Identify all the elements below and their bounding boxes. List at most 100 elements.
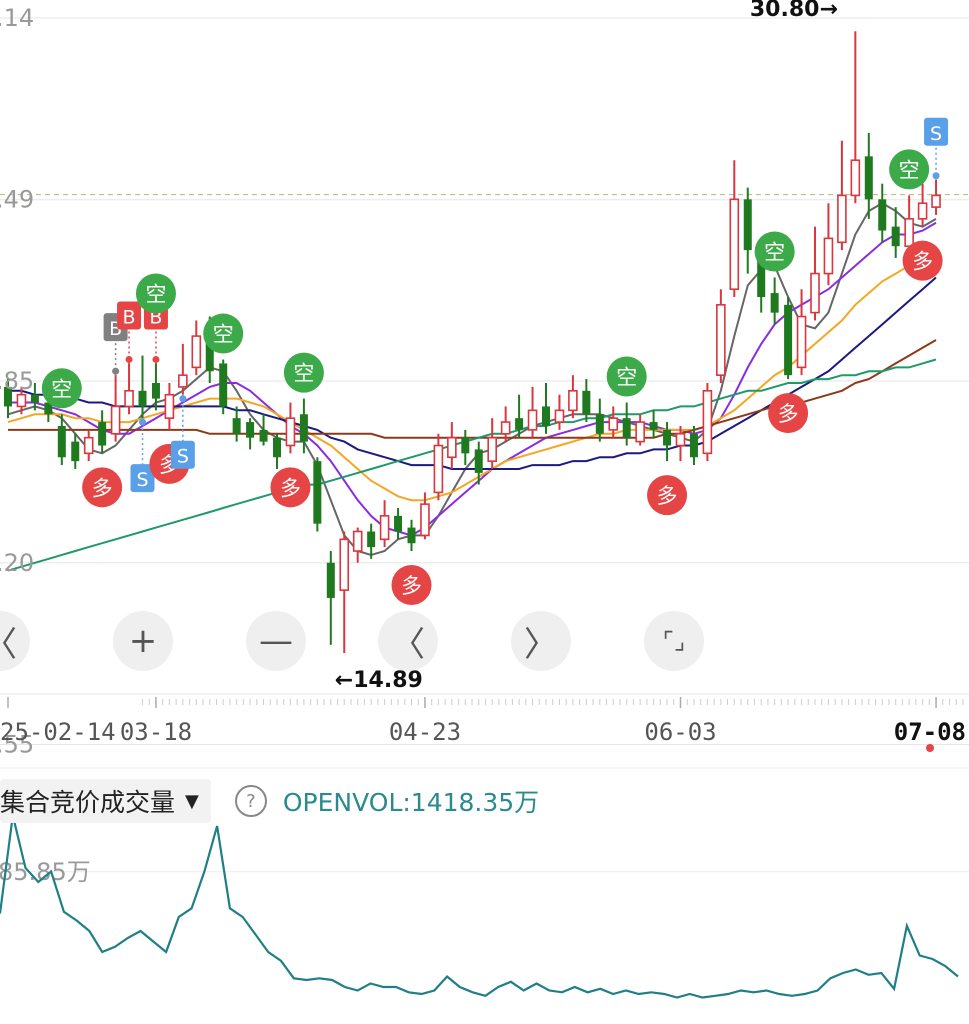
candle-body xyxy=(16,393,27,408)
candle-body xyxy=(500,421,511,435)
candle-body xyxy=(917,202,928,220)
candle-body xyxy=(447,436,457,459)
indicator-axis-label: 85.85万 xyxy=(0,858,91,886)
candle-body xyxy=(246,422,255,438)
candle-body xyxy=(527,409,538,431)
price-tick-label: .20 xyxy=(0,549,34,577)
candle-body xyxy=(595,414,604,434)
candle-body xyxy=(515,418,524,430)
chevron-left-icon: 〈 xyxy=(0,617,17,666)
candle-body xyxy=(582,390,591,415)
date-tick-label: 06-03 xyxy=(644,718,716,746)
candle-body xyxy=(83,436,94,455)
candle-body xyxy=(474,449,483,473)
signal-label: 空 xyxy=(764,240,785,264)
minus-icon: — xyxy=(259,621,293,661)
signal-label: 多 xyxy=(401,574,422,598)
moving-average-lines xyxy=(7,202,937,572)
candle-body xyxy=(689,433,698,458)
candle-body xyxy=(219,363,228,407)
candle-body xyxy=(285,417,296,447)
candle-body xyxy=(299,414,308,442)
candle-body xyxy=(461,437,470,454)
candle-body xyxy=(138,390,147,407)
candle-body xyxy=(864,156,873,200)
candle-body xyxy=(57,425,66,458)
signal-label: 多 xyxy=(912,250,933,274)
candle-body xyxy=(164,393,175,419)
zoom-out-button[interactable]: — xyxy=(246,611,306,671)
candle-body xyxy=(191,335,202,369)
signal-label: 多 xyxy=(778,402,799,426)
candle-body xyxy=(367,531,376,548)
candle-body xyxy=(770,293,779,313)
signal-label: B xyxy=(123,306,136,328)
candle-body xyxy=(649,422,658,430)
candle-body xyxy=(259,429,268,442)
candle-body xyxy=(433,444,444,494)
signal-label: 空 xyxy=(51,377,72,401)
candle-body xyxy=(420,503,430,537)
price-tick-label: .14 xyxy=(0,4,34,32)
candle-body xyxy=(931,194,941,208)
candle-body xyxy=(71,441,80,462)
prev-button[interactable]: 〈 xyxy=(378,611,438,671)
candle-body xyxy=(178,374,188,388)
candle-body xyxy=(352,530,363,552)
candle-body xyxy=(542,406,550,426)
indicator-bar: 集合竞价成交量 ▼ ? OPENVOL:1418.35万 xyxy=(0,778,539,824)
candle-body xyxy=(702,390,713,455)
zoom-in-button[interactable]: + xyxy=(113,611,173,671)
max-price-marker: 30.80→ xyxy=(750,0,838,22)
candle-body xyxy=(232,418,241,434)
candle-body xyxy=(729,198,740,290)
indicator-panel: 85.85万 xyxy=(0,815,969,999)
signal-label: 空 xyxy=(899,158,920,182)
signal-label: 多 xyxy=(92,476,113,500)
candle-body xyxy=(273,437,281,458)
date-tick-label: 03-18 xyxy=(120,718,192,746)
candle-body xyxy=(110,405,121,435)
signal-label: 多 xyxy=(280,476,301,500)
signal-label: 多 xyxy=(657,484,678,508)
ma-line xyxy=(7,202,937,556)
candle-body xyxy=(904,218,914,248)
candle-body xyxy=(796,315,807,369)
price-tick-label: .85 xyxy=(0,367,34,395)
candle-body xyxy=(313,461,322,524)
date-tick-label: 25-02-14 xyxy=(0,718,116,746)
candle-body xyxy=(487,436,498,462)
candle-body xyxy=(823,237,834,275)
date-tick-label: 04-23 xyxy=(389,718,461,746)
signal-label: 空 xyxy=(213,323,234,347)
signal-dot xyxy=(179,395,187,403)
fullscreen-button[interactable]: ⌜⌟ xyxy=(644,611,704,671)
next-button[interactable]: 〉 xyxy=(511,611,571,671)
kline-chart[interactable]: 空多BBB空S多S空空多多空多空多空S多 .14.49.85.20.55 30.… xyxy=(0,0,969,1024)
candle-body xyxy=(98,422,107,446)
candle-body xyxy=(878,199,887,231)
signal-label: 空 xyxy=(293,362,314,386)
signal-label: 空 xyxy=(616,366,637,390)
today-dot xyxy=(926,744,934,752)
indicator-name: 集合竞价成交量 xyxy=(0,788,176,817)
help-icon[interactable]: ? xyxy=(234,785,267,817)
candle-body xyxy=(810,272,820,314)
signal-label: S xyxy=(177,446,189,468)
signal-dot xyxy=(152,355,160,363)
fullscreen-icon: ⌜⌟ xyxy=(662,627,686,655)
indicator-selector[interactable]: 集合竞价成交量 ▼ xyxy=(0,779,211,823)
openvol-line xyxy=(0,815,959,999)
candle-body xyxy=(326,562,335,598)
candle-body xyxy=(850,159,861,197)
candle-body xyxy=(339,538,350,591)
candle-body xyxy=(675,432,686,447)
chevron-right-icon: 〉 xyxy=(524,624,558,665)
signal-label: 空 xyxy=(145,282,166,306)
chevron-left-icon: 〈 xyxy=(391,624,425,665)
date-tick-label: 07-08 xyxy=(894,718,966,746)
signal-dot xyxy=(932,172,940,180)
openvol-value: OPENVOL:1418.35万 xyxy=(282,788,540,817)
candle-body xyxy=(743,199,752,251)
candle-body xyxy=(784,304,793,376)
